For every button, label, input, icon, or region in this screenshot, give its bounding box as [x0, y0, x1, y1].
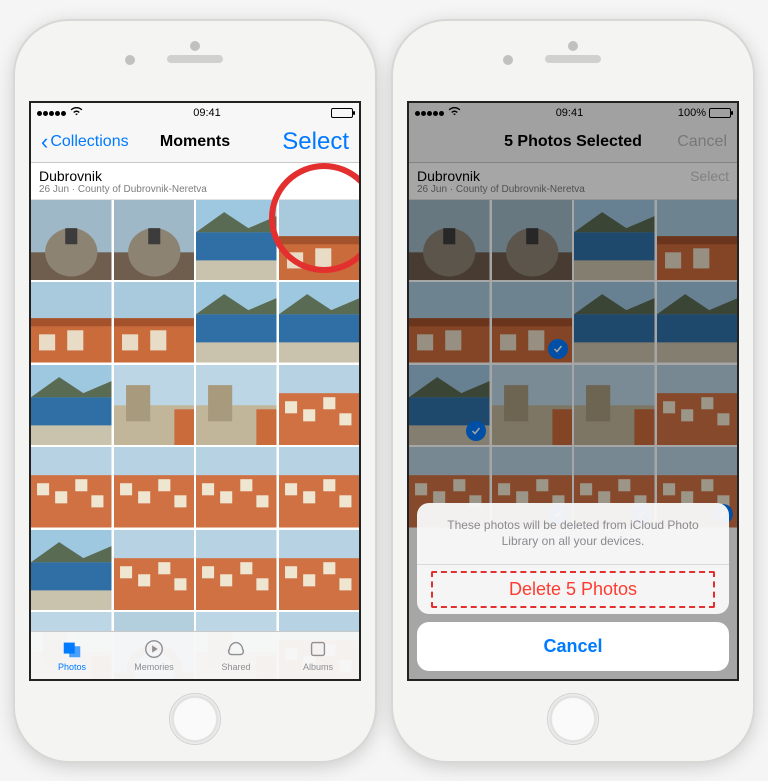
home-button[interactable]: [547, 693, 599, 745]
sheet-cancel-button[interactable]: Cancel: [417, 622, 729, 671]
delete-photos-button[interactable]: Delete 5 Photos: [417, 564, 729, 614]
status-time: 09:41: [193, 107, 221, 119]
select-button[interactable]: Select: [282, 128, 349, 156]
photo-grid: [31, 200, 359, 681]
photos-icon: [60, 638, 84, 660]
photo-thumbnail[interactable]: [196, 447, 277, 528]
back-button[interactable]: ‹ Collections: [41, 133, 129, 151]
section-subtitle: 26 Jun · County of Dubrovnik-Neretva: [39, 184, 351, 195]
photo-thumbnail[interactable]: [279, 365, 360, 446]
photo-thumbnail[interactable]: [114, 447, 195, 528]
photo-thumbnail[interactable]: [196, 530, 277, 611]
section-location: Dubrovnik: [39, 168, 351, 184]
screen-left: 09:41 ‹ Collections Moments Select Dubro…: [29, 101, 361, 681]
photo-thumbnail[interactable]: [196, 200, 277, 281]
home-button[interactable]: [169, 693, 221, 745]
tab-albums[interactable]: Albums: [277, 632, 359, 679]
photo-thumbnail[interactable]: [114, 530, 195, 611]
photo-thumbnail[interactable]: [31, 447, 112, 528]
iphone-right: 09:41 100% 5 Photos Selected Cancel Sele…: [393, 21, 753, 761]
photo-thumbnail[interactable]: [114, 282, 195, 363]
memories-icon: [142, 638, 166, 660]
signal-dots-icon: [37, 107, 83, 119]
photo-thumbnail[interactable]: [279, 530, 360, 611]
screen-right: 09:41 100% 5 Photos Selected Cancel Sele…: [407, 101, 739, 681]
iphone-left: 09:41 ‹ Collections Moments Select Dubro…: [15, 21, 375, 761]
photo-thumbnail[interactable]: [279, 447, 360, 528]
tab-shared[interactable]: Shared: [195, 632, 277, 679]
action-sheet: These photos will be deleted from iCloud…: [417, 503, 729, 670]
photo-thumbnail[interactable]: [114, 365, 195, 446]
photo-thumbnail[interactable]: [31, 200, 112, 281]
tab-memories[interactable]: Memories: [113, 632, 195, 679]
photo-thumbnail[interactable]: [114, 200, 195, 281]
tab-bar: Photos Memories Shared Albums: [31, 631, 359, 679]
shared-icon: [224, 638, 248, 660]
photo-thumbnail[interactable]: [196, 365, 277, 446]
albums-icon: [306, 638, 330, 660]
photo-thumbnail[interactable]: [31, 365, 112, 446]
section-header: Dubrovnik 26 Jun · County of Dubrovnik-N…: [31, 163, 359, 200]
navbar: ‹ Collections Moments Select: [31, 123, 359, 163]
status-bar: 09:41: [31, 103, 359, 123]
photo-thumbnail[interactable]: [196, 282, 277, 363]
sheet-message: These photos will be deleted from iCloud…: [417, 503, 729, 563]
photo-thumbnail[interactable]: [279, 282, 360, 363]
back-label: Collections: [50, 133, 128, 151]
photo-thumbnail[interactable]: [31, 282, 112, 363]
photo-thumbnail[interactable]: [31, 530, 112, 611]
battery-icon: [331, 108, 353, 118]
tab-photos[interactable]: Photos: [31, 632, 113, 679]
photo-thumbnail[interactable]: [279, 200, 360, 281]
